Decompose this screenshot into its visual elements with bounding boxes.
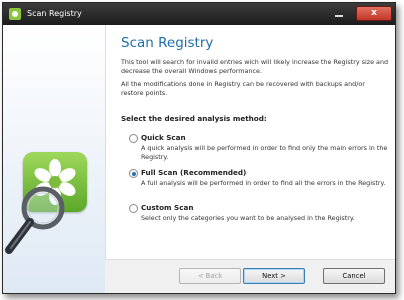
cancel-button[interactable]: Cancel — [323, 268, 385, 284]
next-button[interactable]: Next > — [243, 268, 305, 284]
side-panel — [3, 25, 106, 293]
back-button[interactable]: < Back — [179, 268, 241, 284]
option-title[interactable]: Full Scan (Recommended) — [141, 168, 246, 177]
magnifier-icon — [5, 186, 65, 254]
custom-scan-radio[interactable] — [129, 204, 138, 213]
window-title: Scan Registry — [27, 9, 82, 18]
intro-text: This tool will search for invalid entrie… — [121, 58, 389, 75]
minimize-button[interactable] — [328, 6, 350, 19]
title-bar[interactable]: Scan Registry x — [3, 3, 395, 25]
page-title: Scan Registry — [121, 35, 214, 51]
full-scan-radio[interactable] — [129, 169, 138, 178]
option-description: A full analysis will be performed in ord… — [141, 179, 386, 187]
method-label: Select the desired analysis method: — [121, 114, 267, 123]
close-button[interactable]: x — [356, 6, 392, 21]
quick-scan-radio[interactable] — [129, 134, 138, 143]
option-title[interactable]: Custom Scan — [141, 203, 193, 212]
app-icon — [9, 8, 21, 20]
option-title[interactable]: Quick Scan — [141, 133, 186, 142]
option-description: A quick analysis will be performed in or… — [141, 144, 388, 161]
backup-note: All the modifications done in Registry c… — [121, 80, 365, 97]
option-description: Select only the categories you want to b… — [141, 214, 355, 222]
scan-registry-window: Scan Registry x Scan Registry This tool … — [2, 2, 396, 294]
